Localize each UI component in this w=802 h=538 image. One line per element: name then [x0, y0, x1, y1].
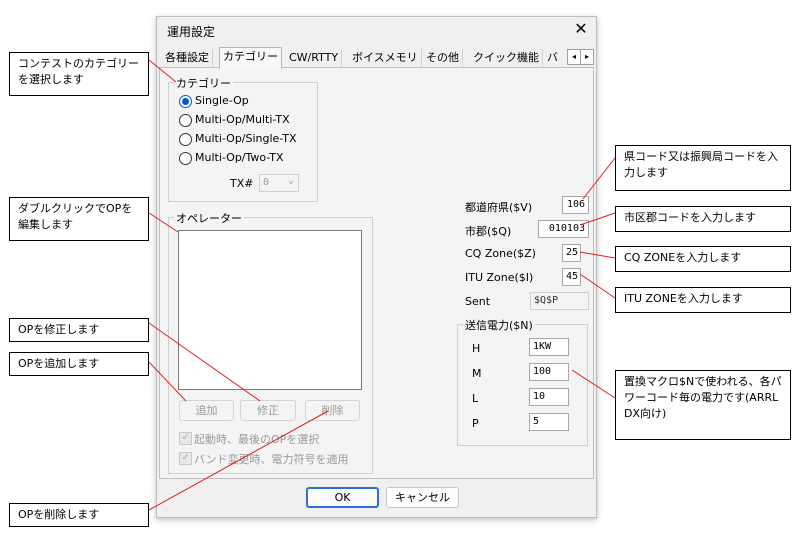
radio-multi-two[interactable] — [179, 152, 192, 165]
callout-delete-op: OPを削除します — [9, 503, 149, 527]
tab-voice-memory[interactable]: ボイスメモリ — [349, 49, 422, 67]
tab-truncated[interactable]: バ — [544, 49, 561, 67]
tx-number-label: TX# — [230, 177, 254, 190]
callout-itu-zone: ITU ZONEを入力します — [615, 287, 791, 313]
prefecture-input[interactable]: 106 — [562, 196, 589, 214]
callout-power: 置換マクロ$Nで使われる、各パワーコード毎の電力です(ARRL DX向け) — [615, 370, 791, 440]
category-group-label: カテゴリー — [174, 75, 233, 91]
tab-quick-functions[interactable]: クイック機能 — [470, 49, 543, 67]
power-m-input[interactable]: 100 — [529, 363, 569, 381]
radio-multi-single-label[interactable]: Multi-Op/Single-TX — [195, 132, 297, 145]
tab-scroll-left-icon[interactable]: ◂ — [567, 49, 581, 65]
edit-operator-button[interactable]: 修正 — [240, 400, 296, 421]
delete-operator-button[interactable]: 削除 — [305, 400, 360, 421]
checkbox-band-power-label[interactable]: バンド変更時、電力符号を適用 — [194, 451, 349, 467]
tx-number-value: 0 — [263, 177, 270, 188]
cq-zone-input[interactable]: 25 — [562, 244, 581, 262]
callout-city: 市区郡コードを入力します — [615, 206, 791, 232]
tx-number-select[interactable]: 0 ⌄ — [259, 174, 299, 192]
power-p-input[interactable]: 5 — [529, 413, 569, 431]
callout-edit-op: OPを修正します — [9, 318, 149, 342]
prefecture-label: 都道府県($V) — [465, 201, 533, 214]
power-h-input[interactable]: 1KW — [529, 338, 569, 356]
sent-input[interactable]: $Q$P — [530, 292, 589, 310]
operator-group-label: オペレーター — [174, 210, 244, 226]
radio-single-op[interactable] — [179, 95, 192, 108]
checkbox-last-op-label[interactable]: 起動時、最後のOPを選択 — [194, 431, 319, 447]
cancel-button[interactable]: キャンセル — [386, 487, 459, 508]
tab-strip: 各種設定 カテゴリー CW/RTTY ボイスメモリ その他 クイック機能 バ — [159, 47, 595, 69]
itu-zone-input[interactable]: 45 — [562, 268, 581, 286]
radio-multi-two-label[interactable]: Multi-Op/Two-TX — [195, 151, 284, 164]
chevron-down-icon: ⌄ — [287, 175, 294, 186]
city-input[interactable]: 010103 — [538, 220, 589, 238]
power-group-label: 送信電力($N) — [463, 317, 535, 333]
dialog-title: 運用設定 — [167, 25, 216, 39]
city-label: 市郡($Q) — [465, 225, 512, 238]
tab-category[interactable]: カテゴリー — [219, 47, 282, 69]
itu-zone-label: ITU Zone($I) — [465, 271, 534, 284]
tab-scroll: ◂ ▸ — [567, 49, 594, 65]
power-p-label: P — [472, 417, 479, 430]
ok-button[interactable]: OK — [306, 487, 379, 508]
checkbox-last-op[interactable]: ✓ — [179, 432, 192, 445]
callout-cq-zone: CQ ZONEを入力します — [615, 246, 791, 272]
cq-zone-label: CQ Zone($Z) — [465, 247, 536, 260]
power-l-input[interactable]: 10 — [529, 388, 569, 406]
power-l-label: L — [472, 392, 479, 405]
callout-category: コンテストのカテゴリーを選択します — [9, 52, 149, 96]
tab-panel-category: カテゴリー Single-Op Multi-Op/Multi-TX Multi-… — [159, 67, 594, 479]
checkbox-band-power[interactable]: ✓ — [179, 452, 192, 465]
callout-add-op: OPを追加します — [9, 352, 149, 376]
callout-operator-list: ダブルクリックでOPを編集します — [9, 197, 149, 241]
tab-scroll-right-icon[interactable]: ▸ — [580, 49, 594, 65]
callout-prefecture: 県コード又は振興局コードを入力します — [615, 145, 791, 191]
tab-other[interactable]: その他 — [423, 49, 463, 67]
radio-multi-multi[interactable] — [179, 114, 192, 127]
power-m-label: M — [472, 367, 482, 380]
power-h-label: H — [472, 342, 481, 355]
radio-multi-multi-label[interactable]: Multi-Op/Multi-TX — [195, 113, 290, 126]
radio-single-op-label[interactable]: Single-Op — [195, 94, 249, 107]
sent-label: Sent — [465, 295, 491, 308]
radio-multi-single[interactable] — [179, 133, 192, 146]
tab-cw-rtty[interactable]: CW/RTTY — [286, 49, 343, 67]
add-operator-button[interactable]: 追加 — [179, 400, 234, 421]
settings-dialog: 運用設定 ✕ 各種設定 カテゴリー CW/RTTY ボイスメモリ その他 クイッ… — [156, 16, 597, 518]
operator-list[interactable] — [178, 230, 362, 390]
close-icon[interactable]: ✕ — [571, 19, 591, 39]
tab-general[interactable]: 各種設定 — [162, 49, 213, 67]
